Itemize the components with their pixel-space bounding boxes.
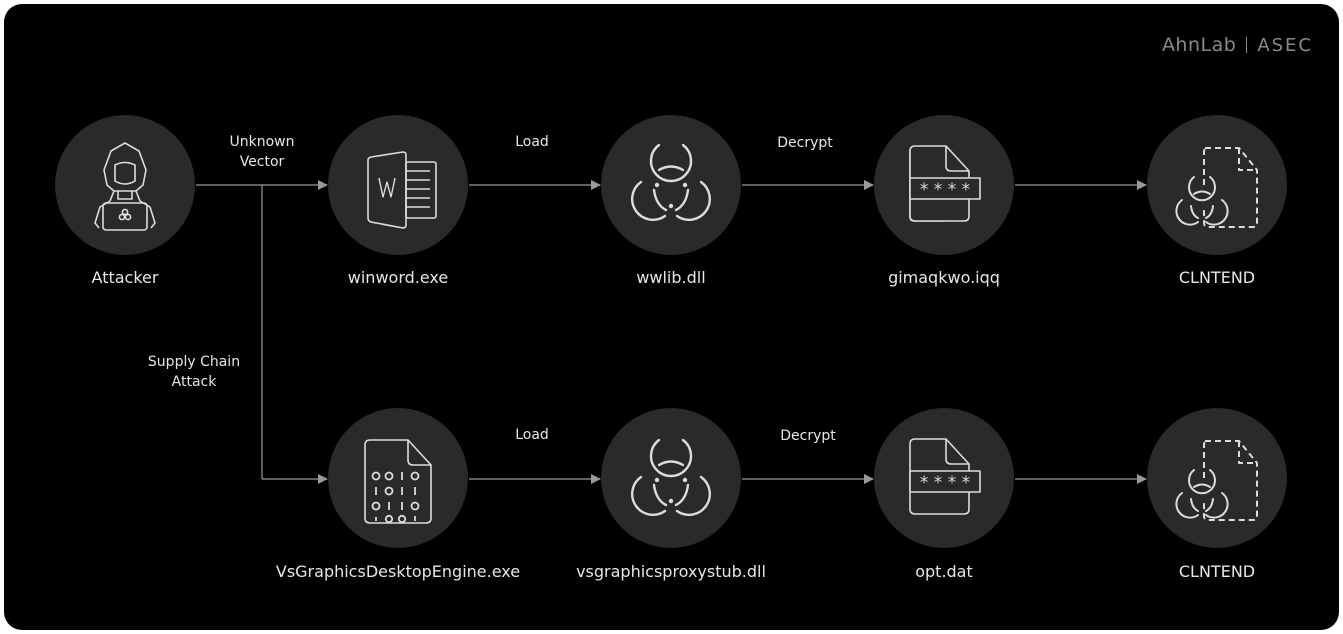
node-label-vsgraphicsproxystub: vsgraphicsproxystub.dll — [576, 562, 766, 581]
node-label-optdat: opt.dat — [915, 562, 973, 581]
edge-label-line: Vector — [239, 154, 285, 170]
node-vsgraphicsproxystub — [601, 408, 741, 548]
node-label-vsgraphicsdesktopengine: VsGraphicsDesktopEngine.exe — [275, 562, 521, 581]
edge-label-load-top: Load — [515, 134, 549, 150]
edge-label-line: Unknown — [229, 134, 295, 150]
encrypted-mask: * * * * — [920, 180, 970, 200]
edge-label-decrypt-top: Decrypt — [777, 135, 833, 151]
node-label-winword: winword.exe — [347, 268, 449, 287]
node-label-wwlib: wwlib.dll — [636, 268, 706, 287]
biohazard-dashed-file-icon — [1175, 147, 1258, 228]
biohazard-icon — [631, 438, 711, 516]
node-attacker — [55, 115, 195, 255]
binary-file-icon — [364, 439, 432, 524]
edge-label-supply-chain: Supply Chain Attack — [124, 352, 264, 392]
node-clntend-top — [1147, 115, 1287, 255]
edge-label-unknown-vector: Unknown Vector — [192, 132, 332, 172]
node-label-clntend-bottom: CLNTEND — [1178, 562, 1256, 581]
edge-label-line: Attack — [171, 374, 217, 390]
node-label-gimaqkwo: gimaqkwo.iqq — [888, 268, 1000, 287]
edge-label-decrypt-bottom: Decrypt — [780, 428, 836, 444]
edge-label-line: Supply Chain — [147, 354, 241, 370]
biohazard-dashed-file-icon — [1175, 440, 1258, 521]
word-document-icon — [367, 151, 437, 229]
node-gimaqkwo: * * * * — [874, 115, 1014, 255]
encrypted-file-icon: * * * * — [909, 145, 981, 222]
encrypted-file-icon: * * * * — [909, 438, 981, 515]
hooded-hacker-laptop-icon — [94, 142, 156, 231]
node-optdat: * * * * — [874, 408, 1014, 548]
encrypted-mask: * * * * — [920, 473, 970, 493]
node-label-clntend-top: CLNTEND — [1178, 268, 1256, 287]
edge-label-load-bottom: Load — [515, 427, 549, 443]
node-label-attacker: Attacker — [91, 268, 159, 287]
node-winword — [328, 115, 468, 255]
biohazard-icon — [631, 143, 711, 221]
node-wwlib — [601, 115, 741, 255]
node-vsgraphicsdesktopengine — [328, 408, 468, 548]
node-clntend-bottom — [1147, 408, 1287, 548]
